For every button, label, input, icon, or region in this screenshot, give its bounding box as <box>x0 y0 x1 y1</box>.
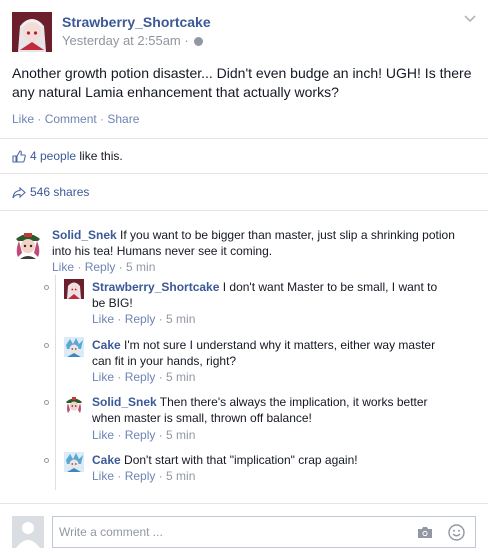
comment-body: Solid_Snek If you want to be bigger than… <box>52 227 472 259</box>
reply-meta: Like · Reply · 5 min <box>92 312 195 326</box>
comment-input[interactable] <box>53 517 393 547</box>
meta-separator: · <box>155 312 167 326</box>
reply-author-link[interactable]: Cake <box>92 453 121 467</box>
comment-reply-link[interactable]: Reply <box>85 260 116 274</box>
reply-bullet <box>44 285 49 290</box>
action-separator: · <box>96 112 108 126</box>
comment-composer <box>52 516 476 548</box>
comment-author-link[interactable]: Solid_Snek <box>52 228 117 242</box>
meta-separator: · <box>155 428 167 442</box>
like-button[interactable]: Like <box>12 112 34 126</box>
current-user-avatar <box>12 516 44 548</box>
reply-author-link[interactable]: Cake <box>92 338 121 352</box>
shares-row: 546 shares <box>12 185 89 199</box>
meta-separator: · <box>155 469 167 483</box>
reply-body: Cake I'm not sure I understand why it ma… <box>92 337 452 369</box>
reply-text: Don't start with that "implication" crap… <box>120 453 358 467</box>
comment-like-link[interactable]: Like <box>52 260 74 274</box>
post-actions: Like · Comment · Share <box>12 112 139 126</box>
globe-icon <box>194 37 204 47</box>
meta-separator: · <box>115 260 127 274</box>
reply-thread-line <box>55 275 56 490</box>
reply-time: 5 min <box>166 312 196 326</box>
meta-separator: · <box>114 469 125 483</box>
reply-text: I'm not sure I understand why it matters… <box>92 338 436 368</box>
emoji-icon[interactable] <box>448 524 465 541</box>
reply-like-link[interactable]: Like <box>92 370 114 384</box>
camera-icon[interactable] <box>417 526 433 539</box>
reply-reply-link[interactable]: Reply <box>125 428 156 442</box>
divider <box>0 210 488 211</box>
comment-meta: Like · Reply · 5 min <box>52 260 155 274</box>
reply-time: 5 min <box>166 428 196 442</box>
reply-meta: Like · Reply · 5 min <box>92 428 195 442</box>
reply-bullet <box>44 400 49 405</box>
reply-time: 5 min <box>166 370 196 384</box>
reply-bullet <box>44 343 49 348</box>
reply-body: Solid_Snek Then there's always the impli… <box>92 394 452 426</box>
reply-reply-link[interactable]: Reply <box>125 370 156 384</box>
reply-bullet <box>44 458 49 463</box>
reply-author-link[interactable]: Strawberry_Shortcake <box>92 280 219 294</box>
post-author-link[interactable]: Strawberry_Shortcake <box>62 14 211 30</box>
post-time-link[interactable]: Yesterday at 2:55am · <box>62 33 192 48</box>
reply-author-link[interactable]: Solid_Snek <box>92 395 157 409</box>
reply-meta: Like · Reply · 5 min <box>92 469 195 483</box>
reply-avatar[interactable] <box>64 452 84 472</box>
divider <box>0 173 488 174</box>
reply-body: Strawberry_Shortcake I don't want Master… <box>92 279 452 311</box>
reply-like-link[interactable]: Like <box>92 428 114 442</box>
share-arrow-icon <box>12 186 26 199</box>
share-button[interactable]: Share <box>107 112 139 126</box>
reply-like-link[interactable]: Like <box>92 469 114 483</box>
reply-avatar[interactable] <box>64 337 84 357</box>
likes-row: 4 people like this. <box>12 149 123 163</box>
meta-separator: · <box>114 428 125 442</box>
post-timestamp: Yesterday at 2:55am · <box>62 33 204 48</box>
reply-body: Cake Don't start with that "implication"… <box>92 452 452 468</box>
comment-button[interactable]: Comment <box>45 112 97 126</box>
action-separator: · <box>34 112 45 126</box>
comment-time: 5 min <box>126 260 156 274</box>
divider <box>0 138 488 139</box>
meta-separator: · <box>74 260 85 274</box>
divider <box>0 503 488 504</box>
reply-meta: Like · Reply · 5 min <box>92 370 195 384</box>
thumbs-up-icon <box>12 150 26 163</box>
reply-time: 5 min <box>166 469 196 483</box>
reply-reply-link[interactable]: Reply <box>125 312 156 326</box>
meta-separator: · <box>155 370 167 384</box>
commenter-avatar[interactable] <box>12 227 44 259</box>
post-text: Another growth potion disaster... Didn't… <box>12 65 472 100</box>
chevron-down-icon[interactable] <box>464 14 476 24</box>
likes-suffix: like this. <box>76 149 123 163</box>
meta-separator: · <box>114 312 125 326</box>
likers-link[interactable]: 4 people <box>30 149 76 163</box>
reply-avatar[interactable] <box>64 394 84 414</box>
shares-link[interactable]: 546 shares <box>30 185 89 199</box>
reply-reply-link[interactable]: Reply <box>125 469 156 483</box>
meta-separator: · <box>114 370 125 384</box>
author-avatar[interactable] <box>12 12 52 52</box>
reply-avatar[interactable] <box>64 279 84 299</box>
reply-like-link[interactable]: Like <box>92 312 114 326</box>
